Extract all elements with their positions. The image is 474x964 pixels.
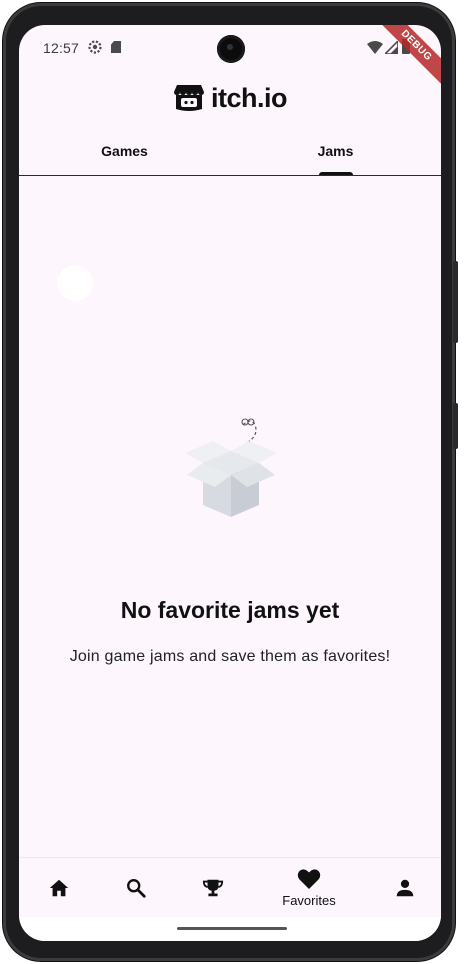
empty-state-subtitle: Join game jams and save them as favorite…: [69, 648, 391, 665]
front-camera: [217, 35, 245, 63]
bottom-navigation: Favorites: [19, 857, 441, 917]
volume-button: [453, 403, 458, 449]
wifi-icon: [367, 41, 383, 54]
decorative-circle: [57, 265, 93, 301]
sd-card-icon: [111, 41, 121, 53]
gesture-bar-area: [19, 917, 441, 941]
tab-bar: Games Jams: [19, 129, 441, 176]
tab-label: Games: [101, 143, 148, 159]
nav-search[interactable]: [114, 858, 158, 918]
app-bar: itch.io: [19, 75, 441, 121]
trophy-icon: [202, 879, 224, 897]
nav-favorites[interactable]: Favorites: [269, 858, 349, 918]
power-button: [453, 261, 458, 343]
tab-games[interactable]: Games: [19, 129, 230, 175]
nav-home[interactable]: [37, 858, 81, 918]
signal-icon: [385, 41, 398, 54]
nav-jams[interactable]: [191, 858, 235, 918]
search-icon: [127, 879, 146, 898]
app-screen: 12:57 DEBUG itch.io Games Jams No favori…: [19, 25, 441, 941]
tab-label: Jams: [317, 143, 354, 159]
nav-profile[interactable]: [383, 858, 427, 918]
open-box-icon: [185, 418, 277, 517]
tab-selected-indicator: [318, 172, 353, 175]
tab-jams[interactable]: Jams: [230, 129, 441, 175]
status-bar: 12:57 DEBUG: [19, 25, 441, 92]
itchio-logo-icon: [174, 85, 204, 111]
app-logo-text: itch.io: [211, 82, 288, 113]
settings-gear-icon: [88, 40, 102, 54]
heart-icon: [297, 869, 321, 889]
status-time: 12:57: [43, 40, 80, 56]
empty-state-title: No favorite jams yet: [120, 597, 340, 623]
home-icon: [49, 879, 69, 897]
device-frame: 12:57 DEBUG itch.io Games Jams No favori…: [3, 3, 458, 961]
person-icon: [396, 879, 414, 897]
home-indicator[interactable]: [177, 927, 287, 930]
nav-favorites-label: Favorites: [282, 893, 336, 908]
